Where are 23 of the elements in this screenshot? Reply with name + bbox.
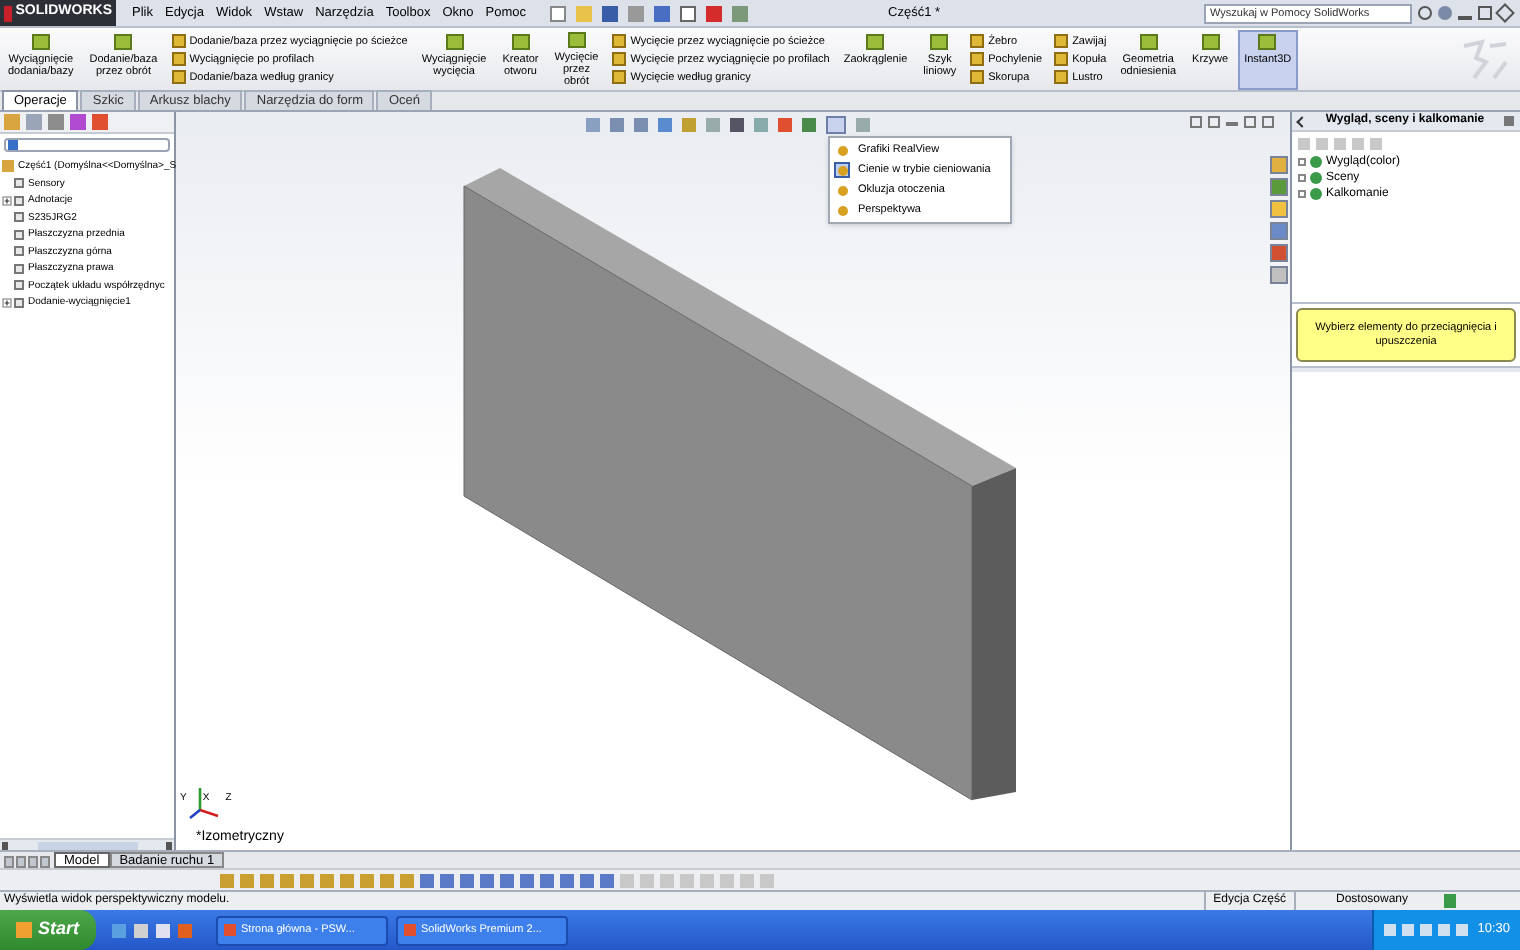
axis-triad-icon [188,782,220,822]
logo-icon [4,5,12,21]
feature-icon [31,33,50,49]
feature-icon [114,33,133,49]
minimize-icon[interactable] [1458,15,1472,19]
restore-icon[interactable] [1478,6,1492,20]
feature-icon [511,33,530,49]
view-settings-icon[interactable] [826,116,846,134]
app-icon [403,924,416,936]
part-icon [2,160,14,173]
scrollbar-thumb[interactable] [37,841,137,849]
restore-icon[interactable] [1244,116,1256,128]
brand-logo-drawing [1458,37,1510,81]
collapse-icon[interactable] [1296,115,1308,127]
feature-icon [445,33,464,49]
start-button[interactable]: Start [0,910,96,950]
app-icon [223,924,236,936]
feature-icon [1201,33,1220,49]
feature-icon [866,33,885,49]
feature-icon [1139,33,1158,49]
feature-icon [930,33,949,49]
feature-icon [1258,33,1277,49]
feature-icon [567,32,586,48]
